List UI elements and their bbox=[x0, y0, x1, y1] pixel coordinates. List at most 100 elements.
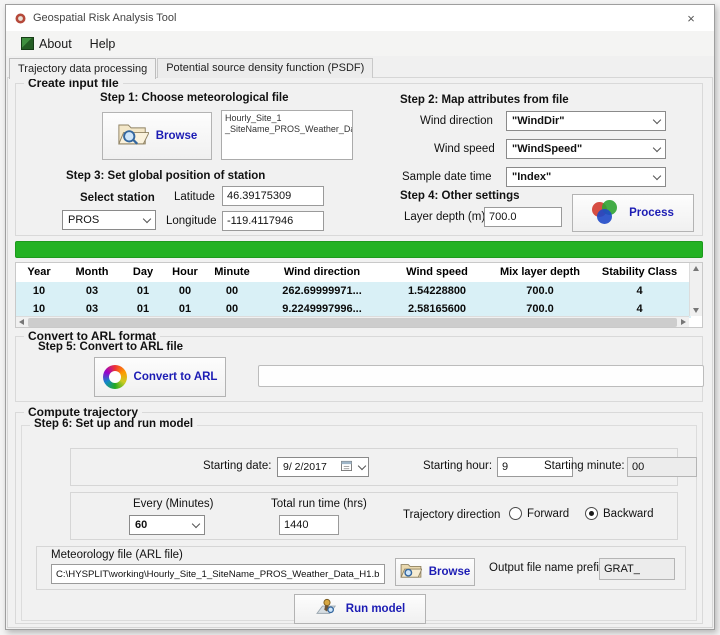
compute-trajectory-group: Compute trajectory Step 6: Set up and ru… bbox=[15, 412, 703, 624]
col-month: Month bbox=[62, 263, 122, 282]
latitude-label: Latitude bbox=[174, 191, 215, 203]
col-stability-class: Stability Class bbox=[592, 263, 687, 282]
chevron-down-icon bbox=[192, 519, 200, 527]
met-file-name-line1: Hourly_Site_1 bbox=[225, 113, 349, 124]
convert-progress-bar bbox=[258, 365, 704, 387]
col-minute: Minute bbox=[206, 263, 258, 282]
wind-direction-select[interactable]: "WindDir" bbox=[506, 111, 666, 131]
menu-about-label: About bbox=[39, 37, 72, 51]
every-minutes-value: 60 bbox=[135, 519, 189, 531]
col-hour: Hour bbox=[164, 263, 206, 282]
tab-psdf[interactable]: Potential source density function (PSDF) bbox=[157, 58, 373, 78]
arl-file-path-field[interactable] bbox=[51, 564, 385, 584]
wind-speed-label: Wind speed bbox=[434, 143, 495, 155]
layer-depth-field[interactable] bbox=[484, 207, 562, 227]
total-run-time-field[interactable] bbox=[279, 515, 339, 535]
station-select[interactable]: PROS bbox=[62, 210, 156, 230]
menu-bar: About Help bbox=[6, 31, 714, 56]
weather-data-table: Year Month Day Hour Minute Wind directio… bbox=[15, 262, 703, 328]
radio-checked-icon bbox=[585, 507, 598, 520]
scroll-up-icon[interactable] bbox=[693, 266, 699, 271]
latitude-field[interactable] bbox=[222, 186, 324, 206]
menu-about[interactable]: About bbox=[12, 34, 81, 54]
process-button[interactable]: Process bbox=[572, 194, 694, 232]
color-wheel-icon bbox=[103, 365, 127, 389]
browse-met-file-label: Browse bbox=[156, 130, 198, 142]
met-file-name-box: Hourly_Site_1 _SiteName_PROS_Weather_Dat… bbox=[221, 110, 353, 160]
forward-label: Forward bbox=[527, 508, 569, 520]
every-minutes-label: Every (Minutes) bbox=[133, 498, 214, 510]
tab-page: Create input file Step 1: Choose meteoro… bbox=[7, 77, 713, 628]
output-prefix-field[interactable] bbox=[599, 558, 675, 580]
create-input-group: Create input file Step 1: Choose meteoro… bbox=[15, 83, 703, 236]
chevron-down-icon bbox=[143, 214, 151, 222]
select-station-label: Select station bbox=[80, 192, 155, 204]
starting-date-picker[interactable]: 9/ 2/2017 bbox=[277, 457, 369, 477]
col-day: Day bbox=[122, 263, 164, 282]
tab-strip: Trajectory data processing Potential sou… bbox=[6, 56, 714, 78]
convert-to-arl-button[interactable]: Convert to ARL bbox=[94, 357, 226, 397]
trajectory-direction-label: Trajectory direction bbox=[403, 509, 500, 521]
folder-search-icon bbox=[117, 120, 149, 152]
folder-icon bbox=[400, 561, 422, 584]
wind-direction-label: Wind direction bbox=[420, 115, 493, 127]
arl-file-label: Meteorology file (ARL file) bbox=[51, 549, 183, 561]
col-wind-speed: Wind speed bbox=[386, 263, 488, 282]
about-icon bbox=[21, 37, 34, 50]
step2-heading: Step 2: Map attributes from file bbox=[400, 94, 569, 106]
col-wind-direction: Wind direction bbox=[258, 263, 386, 282]
convert-arl-group: Convert to ARL format Step 5: Convert to… bbox=[15, 336, 703, 402]
backward-label: Backward bbox=[603, 508, 654, 520]
forward-radio[interactable]: Forward bbox=[509, 507, 569, 520]
wind-speed-select[interactable]: "WindSpeed" bbox=[506, 139, 666, 159]
every-minutes-select[interactable]: 60 bbox=[129, 515, 205, 535]
sample-date-time-value: "Index" bbox=[512, 171, 650, 183]
menu-help[interactable]: Help bbox=[81, 34, 125, 54]
run-model-button[interactable]: Run model bbox=[294, 594, 426, 624]
convert-to-arl-label: Convert to ARL bbox=[134, 371, 218, 383]
met-file-name-line2: _SiteName_PROS_Weather_Data.csv bbox=[225, 124, 349, 135]
output-prefix-label: Output file name prefix bbox=[489, 562, 605, 574]
chevron-down-icon bbox=[653, 171, 661, 179]
starting-minute-field bbox=[627, 457, 697, 477]
tab-trajectory[interactable]: Trajectory data processing bbox=[9, 58, 156, 79]
chevron-down-icon bbox=[653, 115, 661, 123]
table-vertical-scrollbar[interactable] bbox=[689, 263, 702, 316]
radio-unchecked-icon bbox=[509, 507, 522, 520]
sample-date-time-select[interactable]: "Index" bbox=[506, 167, 666, 187]
scroll-right-icon[interactable] bbox=[681, 319, 686, 325]
processing-progress-bar bbox=[15, 241, 703, 258]
step3-heading: Step 3: Set global position of station bbox=[66, 170, 265, 182]
scrollbar-thumb[interactable] bbox=[28, 318, 677, 327]
wind-direction-value: "WindDir" bbox=[512, 115, 650, 127]
step1-heading: Step 1: Choose meteorological file bbox=[100, 92, 289, 104]
starting-date-value: 9/ 2/2017 bbox=[283, 461, 341, 473]
sample-date-time-label: Sample date time bbox=[402, 171, 492, 183]
close-icon[interactable]: × bbox=[676, 11, 706, 26]
title-bar: Geospatial Risk Analysis Tool × bbox=[6, 5, 714, 31]
met-file-row: Meteorology file (ARL file) Browse Out bbox=[36, 546, 686, 590]
total-run-time-label: Total run time (hrs) bbox=[271, 498, 367, 510]
step4-heading: Step 4: Other settings bbox=[400, 190, 520, 202]
browse-met-file-button[interactable]: Browse bbox=[102, 112, 212, 160]
step5-heading: Step 5: Convert to ARL file bbox=[38, 341, 183, 353]
scroll-down-icon[interactable] bbox=[693, 308, 699, 313]
step6-group: Step 6: Set up and run model Starting da… bbox=[21, 425, 697, 621]
table-row[interactable]: 10 03 01 00 00 262.69999971... 1.5422880… bbox=[16, 282, 691, 300]
longitude-field[interactable] bbox=[222, 211, 324, 231]
starting-minute-label: Starting minute: bbox=[544, 460, 625, 472]
window-title: Geospatial Risk Analysis Tool bbox=[33, 12, 676, 24]
chevron-down-icon bbox=[653, 143, 661, 151]
backward-radio[interactable]: Backward bbox=[585, 507, 654, 520]
browse-arl-file-button[interactable]: Browse bbox=[395, 558, 475, 586]
col-mix-layer-depth: Mix layer depth bbox=[488, 263, 592, 282]
station-value: PROS bbox=[68, 214, 140, 226]
longitude-label: Longitude bbox=[166, 215, 217, 227]
col-year: Year bbox=[16, 263, 62, 282]
browse-arl-file-label: Browse bbox=[429, 566, 471, 578]
start-time-row: Starting date: 9/ 2/2017 Starting hour: … bbox=[70, 448, 678, 486]
calendar-icon bbox=[341, 460, 352, 474]
layer-depth-label: Layer depth (m) bbox=[404, 211, 485, 223]
table-horizontal-scrollbar[interactable] bbox=[16, 316, 689, 327]
scroll-left-icon[interactable] bbox=[19, 319, 24, 325]
